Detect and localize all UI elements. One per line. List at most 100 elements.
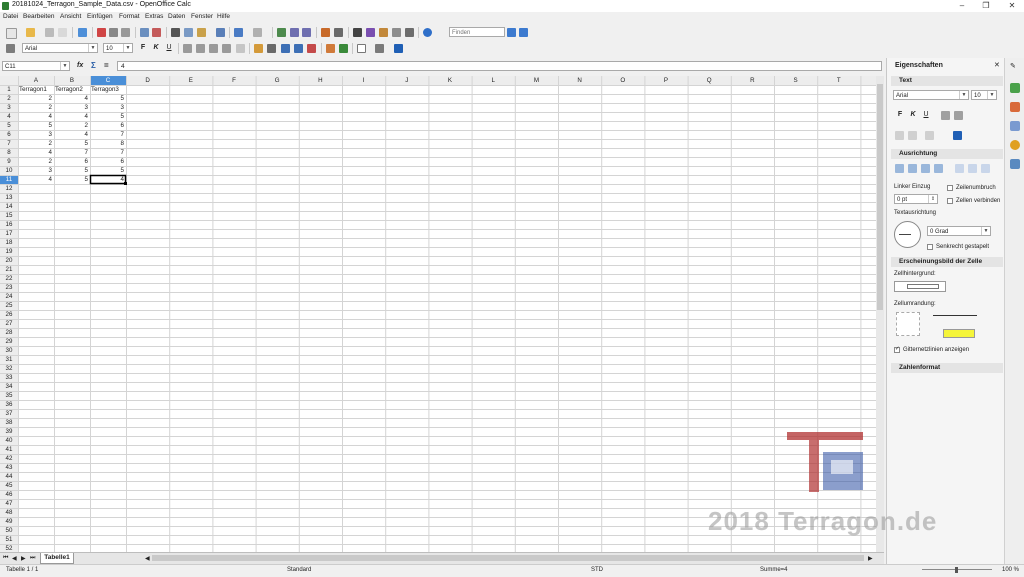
sidebar-close-icon[interactable]: ✕ — [994, 61, 1000, 69]
rotation-dial[interactable] — [894, 221, 921, 248]
sidebar-font-color-icon[interactable] — [953, 131, 962, 140]
highlight-icon[interactable] — [925, 131, 934, 140]
cut-icon[interactable] — [171, 28, 180, 37]
scroll-right-arrow-icon[interactable]: ▶ — [868, 555, 873, 562]
data-sources-icon[interactable] — [392, 28, 401, 37]
navigator-icon[interactable] — [366, 28, 375, 37]
delete-decimal-icon[interactable] — [307, 44, 316, 53]
scroll-left-arrow-icon[interactable]: ◀ — [145, 555, 150, 562]
prev-sheet-arrow-icon[interactable]: ◀ — [12, 555, 17, 562]
wrap-checkbox[interactable] — [947, 185, 953, 191]
section-text[interactable]: Text — [891, 76, 1003, 86]
email-icon[interactable] — [58, 28, 67, 37]
menu-datei[interactable]: Datei — [3, 13, 18, 20]
new-document-icon[interactable] — [6, 28, 17, 39]
background-color-icon[interactable] — [375, 44, 384, 53]
sort-descending-icon[interactable] — [302, 28, 311, 37]
print-icon[interactable] — [109, 28, 118, 37]
paste-icon[interactable] — [197, 28, 206, 37]
percent-format-icon[interactable] — [267, 44, 276, 53]
font-size-combo[interactable]: 10 ▼ — [103, 43, 133, 53]
section-cell-appearance[interactable]: Erscheinungsbild der Zelle — [891, 257, 1003, 267]
align-left-icon[interactable] — [183, 44, 192, 53]
styles-deck-icon[interactable] — [1010, 102, 1020, 112]
underline-button[interactable]: U — [164, 43, 174, 53]
find-next-icon[interactable] — [507, 28, 516, 37]
align-center-icon[interactable] — [196, 44, 205, 53]
sidebar-justify-icon[interactable] — [934, 164, 943, 173]
help-icon[interactable] — [423, 28, 432, 37]
menu-extras[interactable]: Extras — [145, 13, 163, 20]
sidebar-underline-button[interactable]: U — [921, 110, 931, 120]
edit-file-icon[interactable] — [78, 28, 87, 37]
formula-input[interactable]: 4 — [117, 61, 882, 71]
print-preview-icon[interactable] — [121, 28, 130, 37]
cell-bg-picker[interactable] — [894, 281, 946, 292]
last-sheet-arrow-icon[interactable]: ⏭ — [30, 555, 35, 562]
sidebar-font-name[interactable]: Arial ▼ — [893, 90, 969, 100]
spellcheck-icon[interactable] — [140, 28, 149, 37]
equals-icon[interactable]: = — [104, 61, 109, 70]
sidebar-italic-button[interactable]: K — [908, 110, 918, 120]
border-line-style[interactable] — [933, 315, 977, 316]
cell-border-picker[interactable] — [896, 312, 920, 336]
redo-icon[interactable] — [253, 28, 262, 37]
find-replace-icon[interactable] — [353, 28, 362, 37]
first-sheet-arrow-icon[interactable]: ⏮ — [3, 555, 8, 562]
merge-checkbox[interactable] — [947, 198, 953, 204]
superscript-icon[interactable] — [895, 131, 904, 140]
auto-spellcheck-icon[interactable] — [152, 28, 161, 37]
next-sheet-arrow-icon[interactable]: ▶ — [21, 555, 26, 562]
save-icon[interactable] — [45, 28, 54, 37]
borders-icon[interactable] — [357, 44, 366, 53]
status-page-style[interactable]: Standard — [287, 567, 311, 573]
sidebar-menu-icon[interactable]: ✎ — [1010, 62, 1016, 70]
minimize-button[interactable]: – — [954, 1, 970, 11]
navigator-deck-icon[interactable] — [1010, 140, 1020, 150]
gallery-icon[interactable] — [379, 28, 388, 37]
align-top-icon[interactable] — [955, 164, 964, 173]
font-color-icon[interactable] — [394, 44, 403, 53]
find-input[interactable]: Finden — [449, 27, 505, 37]
undo-icon[interactable] — [234, 28, 243, 37]
increase-indent-icon[interactable] — [339, 44, 348, 53]
function-wizard-icon[interactable]: fx — [77, 62, 83, 69]
open-folder-icon[interactable] — [26, 28, 35, 37]
zoom-icon[interactable] — [405, 28, 414, 37]
export-pdf-icon[interactable] — [97, 28, 106, 37]
sidebar-align-right-icon[interactable] — [921, 164, 930, 173]
zoom-level[interactable]: 100 % — [1002, 567, 1019, 573]
status-insert-mode[interactable]: STD — [591, 567, 603, 573]
menu-daten[interactable]: Daten — [168, 13, 185, 20]
align-right-icon[interactable] — [209, 44, 218, 53]
sort-ascending-icon[interactable] — [290, 28, 299, 37]
menu-hilfe[interactable]: Hilfe — [217, 13, 230, 20]
properties-deck-icon[interactable] — [1010, 83, 1020, 93]
name-box[interactable]: C11 ▼ — [2, 61, 70, 71]
menu-fenster[interactable]: Fenster — [191, 13, 213, 20]
degree-combo[interactable]: 0 Grad ▼ — [927, 226, 991, 236]
add-decimal-icon[interactable] — [294, 44, 303, 53]
sidebar-bold-button[interactable]: F — [895, 110, 905, 120]
subscript-icon[interactable] — [908, 131, 917, 140]
merge-cells-icon[interactable] — [236, 44, 245, 53]
fill-handle[interactable] — [124, 182, 127, 185]
standard-format-icon[interactable] — [281, 44, 290, 53]
functions-deck-icon[interactable] — [1010, 159, 1020, 169]
format-paintbrush-icon[interactable] — [216, 28, 225, 37]
sidebar-font-size[interactable]: 10 ▼ — [971, 90, 997, 100]
vertical-stacked-checkbox[interactable] — [927, 244, 933, 250]
gallery-deck-icon[interactable] — [1010, 121, 1020, 131]
menu-format[interactable]: Format — [119, 13, 140, 20]
menu-einfuegen[interactable]: Einfügen — [87, 13, 113, 20]
font-name-combo[interactable]: Arial ▼ — [22, 43, 98, 53]
menu-ansicht[interactable]: Ansicht — [60, 13, 81, 20]
section-number-format[interactable]: Zahlenformat — [891, 363, 1003, 373]
align-bottom-icon[interactable] — [981, 164, 990, 173]
currency-format-icon[interactable] — [254, 44, 263, 53]
sheet-tab-tabelle1[interactable]: Tabelle1 — [40, 553, 74, 564]
zoom-slider-thumb[interactable] — [955, 567, 958, 573]
vertical-scroll-thumb[interactable] — [877, 84, 883, 310]
bold-button[interactable]: F — [138, 43, 148, 53]
draw-functions-icon[interactable] — [334, 28, 343, 37]
